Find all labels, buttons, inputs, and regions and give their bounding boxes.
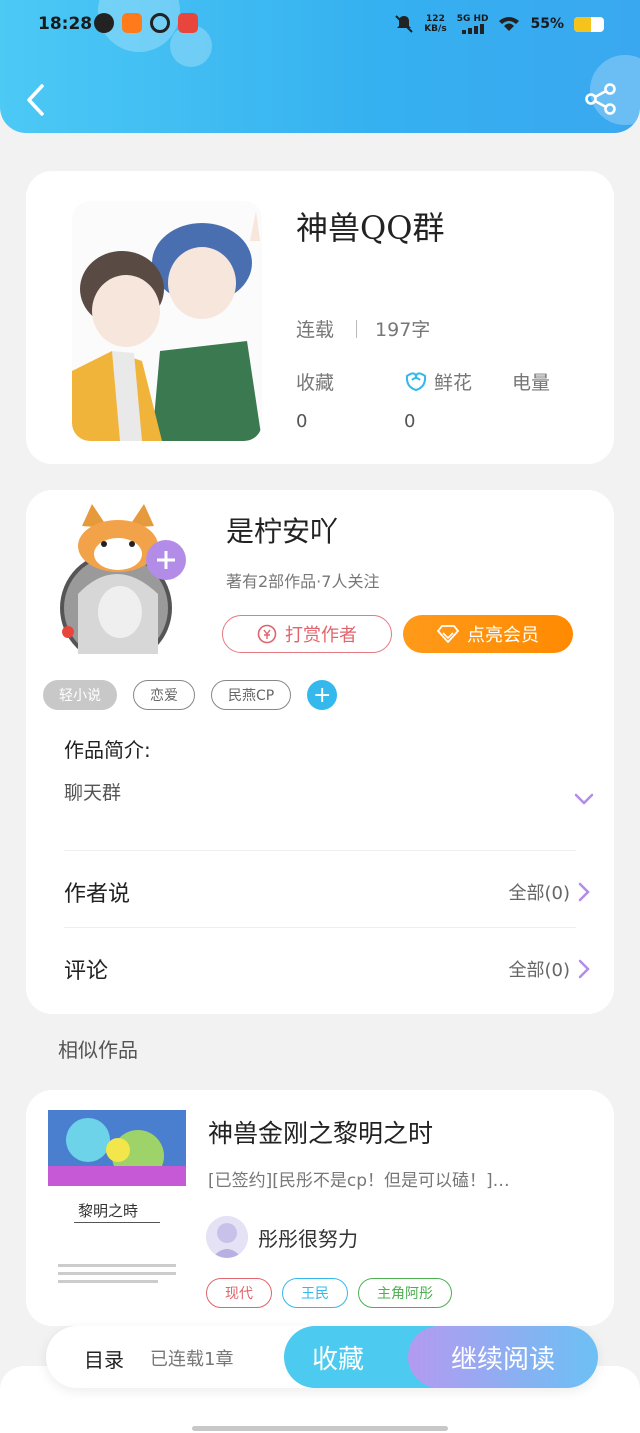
notification-icons — [94, 13, 198, 33]
flower-icon — [405, 372, 427, 392]
add-tag-button[interactable]: + — [307, 680, 338, 710]
intro-label: 作品简介: — [64, 738, 151, 762]
status-time: 18:28 — [38, 14, 93, 34]
app-icon — [122, 13, 142, 33]
similar-work-card[interactable]: 黎明之時 神兽金刚之黎明之时 [已签约][民彤不是cp！但是可以磕！]… 彤彤很… — [26, 1090, 614, 1326]
favorite-label: 收藏 — [312, 1344, 365, 1375]
similar-author[interactable]: 彤彤很努力 — [206, 1216, 358, 1258]
similar-description: [已签约][民彤不是cp！但是可以磕！]… — [208, 1171, 510, 1191]
battery-fill — [574, 16, 591, 32]
tip-author-label: 打赏作者 — [285, 625, 357, 646]
stat-label: 鲜花 — [434, 371, 473, 394]
author-card: 是柠安吖 著有2部作品·7人关注 打赏作者 点亮会员 轻小说 恋爱 民燕CP +… — [26, 490, 614, 1014]
toc-button[interactable]: 目录 — [84, 1344, 124, 1373]
wifi-icon — [499, 17, 520, 31]
genre-tags: 轻小说 恋爱 民燕CP + — [43, 680, 338, 710]
row-count: 全部(0) — [508, 960, 571, 981]
stat-favorites: 收藏 0 — [296, 369, 404, 433]
author-meta: 著有2部作品·7人关注 — [226, 572, 380, 591]
similar-title[interactable]: 神兽金刚之黎明之时 — [208, 1114, 433, 1150]
expand-chevron-icon[interactable] — [574, 792, 594, 806]
tag[interactable]: 民燕CP — [211, 680, 292, 710]
author-avatar[interactable] — [58, 504, 188, 664]
header: 18:28 122 KB/s 5G HD 55% — [0, 0, 640, 133]
chevron-right-icon — [578, 959, 590, 979]
separator — [356, 319, 358, 338]
row-count: 全部(0) — [508, 883, 571, 904]
coin-icon — [257, 624, 277, 644]
tag[interactable]: 王民 — [282, 1278, 348, 1308]
chapter-count: 已连载1章 — [150, 1349, 234, 1370]
battery-icon — [574, 16, 604, 32]
stat-flowers[interactable]: 鲜花 0 — [404, 369, 512, 433]
book-title: 神兽QQ群 — [296, 209, 445, 247]
back-button[interactable] — [22, 82, 52, 118]
bottom-action-bar: 目录 已连载1章 收藏 继续阅读 — [46, 1326, 598, 1388]
divider — [64, 927, 576, 928]
chevron-right-icon — [578, 882, 590, 902]
tag[interactable]: 轻小说 — [43, 680, 117, 710]
stat-label: 电量 — [512, 371, 551, 394]
tag[interactable]: 恋爱 — [133, 680, 195, 710]
tag[interactable]: 主角阿彤 — [358, 1278, 452, 1308]
signal-icon — [461, 24, 484, 34]
diamond-icon — [437, 625, 459, 643]
stat-value: 0 — [296, 411, 308, 432]
continue-reading-label: 继续阅读 — [450, 1344, 555, 1375]
mute-icon — [395, 15, 413, 33]
similar-tags: 现代 王民 主角阿彤 — [206, 1278, 452, 1308]
sync-icon — [150, 13, 170, 33]
continue-reading-button[interactable]: 继续阅读 — [408, 1326, 598, 1388]
vip-button[interactable]: 点亮会员 — [403, 615, 573, 653]
book-status: 连载 — [296, 319, 335, 341]
stat-label: 收藏 — [296, 371, 335, 394]
tag[interactable]: 现代 — [206, 1278, 272, 1308]
net-speed-value: 122 — [426, 14, 445, 24]
row-label: 评论 — [64, 959, 109, 984]
author-says-row[interactable]: 作者说 全部(0) — [64, 872, 590, 912]
word-count: 197字 — [375, 319, 431, 341]
author-avatar-image — [60, 504, 186, 664]
similar-author-name: 彤彤很努力 — [258, 1226, 358, 1251]
book-cover-illustration — [72, 201, 262, 441]
net-speed: 122 KB/s — [424, 14, 446, 34]
stat-value: 0 — [404, 411, 416, 432]
similar-author-avatar — [206, 1216, 248, 1258]
intro-text: 聊天群 — [64, 782, 122, 804]
status-bar: 18:28 122 KB/s 5G HD 55% — [0, 0, 640, 54]
comments-row[interactable]: 评论 全部(0) — [64, 949, 590, 989]
author-name[interactable]: 是柠安吖 — [226, 510, 338, 550]
network-type: 5G HD — [456, 14, 489, 24]
stat-power[interactable]: 电量 — [512, 369, 620, 432]
app-icon — [178, 13, 198, 33]
similar-cover[interactable]: 黎明之時 — [48, 1110, 186, 1302]
battery-text: 55% — [530, 16, 564, 32]
tip-author-button[interactable]: 打赏作者 — [222, 615, 392, 653]
row-label: 作者说 — [64, 882, 131, 907]
avatar-illustration — [206, 1216, 248, 1258]
divider — [64, 850, 576, 851]
cell-signal: 5G HD — [456, 14, 489, 34]
home-indicator[interactable] — [192, 1426, 448, 1431]
similar-section-title: 相似作品 — [58, 1038, 138, 1062]
share-button[interactable] — [584, 82, 618, 116]
book-cover[interactable] — [72, 201, 262, 441]
book-info-card: 神兽QQ群 连载 197字 收藏 0 鲜花 0 电量 — [26, 171, 614, 464]
status-right: 122 KB/s 5G HD 55% — [394, 14, 604, 34]
similar-cover-title: 黎明之時 — [78, 1202, 139, 1220]
vip-label: 点亮会员 — [467, 625, 539, 646]
chat-icon — [94, 13, 114, 33]
book-stats: 收藏 0 鲜花 0 电量 — [296, 369, 620, 433]
net-speed-unit: KB/s — [424, 24, 447, 34]
book-status-line: 连载 197字 — [296, 315, 430, 342]
